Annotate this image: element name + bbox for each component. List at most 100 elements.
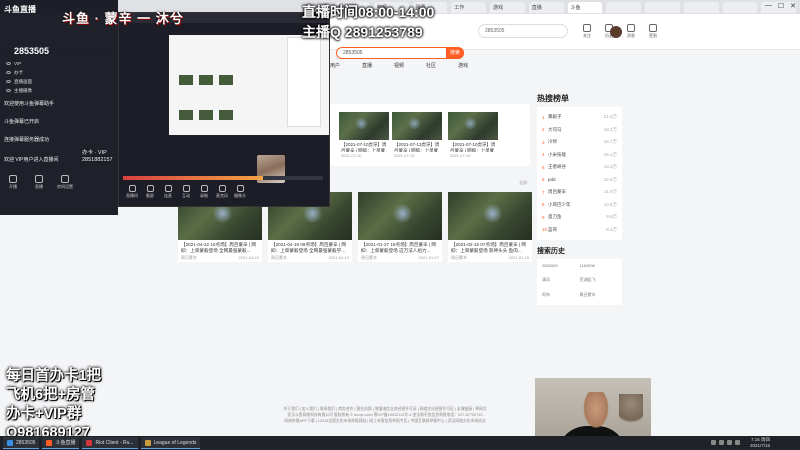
hot-search-item[interactable]: 3 冷师 16.7万: [542, 136, 617, 149]
search-button[interactable]: 搜索: [446, 47, 464, 59]
browser-tab[interactable]: 游戏: [490, 1, 525, 13]
close-button[interactable]: ✕: [790, 2, 796, 10]
hot-search-item[interactable]: 2 大司马 18.2万: [542, 124, 617, 137]
taskbar-label: 2853505: [16, 439, 36, 446]
video-title[interactable]: 【2021-07-13虎牙】周吕蒙辛 | 网抑：上单蒙毅蹲蛤蟆...: [392, 140, 442, 152]
history-item[interactable]: 阿布: [542, 292, 580, 301]
hot-search-list: 1 暴毅子 21.5万 2 大司马 18.2万 3 冷师 16.7万 4 小米技能 15.1万 5 王者峡…: [537, 107, 622, 240]
source-item[interactable]: 直播画面: [6, 79, 32, 85]
eye-icon[interactable]: [6, 62, 11, 66]
vip-overlay: 办卡 · VIP 2851882157: [82, 150, 113, 163]
nav-follow[interactable]: 关注: [580, 24, 594, 39]
video-title[interactable]: 【2021-07-10虎牙】周吕蒙辛 | 网抑：上单蒙毅蹲蛤蟆...: [448, 140, 498, 152]
clock[interactable]: 7:16 周四 2021/7/15: [750, 437, 770, 449]
tab-1[interactable]: 直播: [362, 62, 372, 69]
hot-search-item[interactable]: 5 王者峡谷 13.3万: [542, 161, 617, 174]
eye-icon[interactable]: [6, 80, 11, 84]
video-card[interactable]: 【2021-07-13虎牙】周吕蒙辛 | 网抑：上单蒙毅蹲蛤蟆...2021-0…: [392, 112, 442, 159]
video-thumbnail[interactable]: [448, 192, 532, 240]
browser-tab[interactable]: [722, 1, 758, 13]
preview-tool[interactable]: 直播间: [123, 185, 141, 199]
nav-checkin[interactable]: 签到: [646, 24, 660, 39]
taskbar-item[interactable]: League of Legends: [140, 437, 201, 449]
hot-search-item[interactable]: 6 pdd 12.5万: [542, 174, 617, 187]
history-list: 2853505 1184598 清风 芜湖起飞 阿布 周吕蒙辛: [537, 259, 622, 305]
video-card[interactable]: 【2021-02-15 07点场】周吕蒙辛 | 网抑：上单蒙毅登场 影神头头 鱼…: [448, 192, 532, 262]
hot-count: 10.6万: [603, 201, 617, 207]
site-footer: 关于我们 | 加入我们 | 联系我们 | 商务合作 | 营业执照 | 增值电信业…: [220, 406, 550, 424]
browser-tab[interactable]: 工作: [451, 1, 486, 13]
browser-tab[interactable]: [645, 1, 680, 13]
browser-tab[interactable]: [683, 1, 719, 13]
source-item[interactable]: 办卡: [6, 70, 23, 76]
video-author[interactable]: 周吕蒙辛: [271, 255, 287, 261]
hot-search-item[interactable]: 9 蛋刀鱼 9.8万: [542, 211, 617, 224]
hot-search-item[interactable]: 10 蓝哥 8.4万: [542, 224, 617, 237]
preview-tool[interactable]: 截屏: [141, 185, 159, 199]
hot-search-item[interactable]: 7 周吕蒙辛 11.9万: [542, 186, 617, 199]
tool-room-settings[interactable]: 房间设置: [56, 175, 74, 190]
user-avatar[interactable]: [610, 26, 622, 38]
hot-name: 小米技能: [548, 151, 566, 157]
browser-tab[interactable]: 斗鱼: [567, 1, 603, 13]
browser-tab[interactable]: [606, 1, 641, 13]
video-thumbnail[interactable]: [392, 112, 442, 140]
tab-2[interactable]: 视频: [394, 62, 404, 69]
tab-4[interactable]: 游戏: [458, 62, 468, 69]
hot-search-item[interactable]: 8 小哥巴少年 10.6万: [542, 199, 617, 212]
taskbar-item[interactable]: Riot Client - Ru...: [82, 437, 138, 449]
video-card[interactable]: 【2021-07-10虎牙】周吕蒙辛 | 网抑：上单蒙毅蹲蛤蟆...2021-0…: [339, 112, 389, 159]
history-item[interactable]: 清风: [542, 277, 580, 286]
douyu-logo: 斗鱼直播: [4, 5, 36, 14]
taskbar-item[interactable]: 2853505: [3, 437, 40, 449]
source-item[interactable]: VIP: [6, 61, 21, 66]
preview-tool[interactable]: 麦克风: [213, 185, 231, 199]
hot-count: 8.4万: [606, 226, 617, 232]
hot-name: pdd: [548, 177, 556, 183]
minimize-button[interactable]: —: [765, 2, 772, 10]
video-author[interactable]: 周吕蒙辛: [361, 255, 377, 261]
video-author[interactable]: 周吕蒙辛: [181, 255, 197, 261]
video-title[interactable]: 【2021-07-10虎牙】周吕蒙辛 | 网抑：上单蒙毅蹲蛤蟆...: [339, 140, 389, 152]
hot-search-item[interactable]: 1 暴毅子 21.5万: [542, 111, 617, 124]
video-card[interactable]: 【2021-01-27 19点场】周吕蒙辛 | 网抑：上单蒙毅登场 这万法人组力…: [358, 192, 442, 262]
video-thumbnail[interactable]: [358, 192, 442, 240]
history-item[interactable]: 芜湖起飞: [580, 277, 618, 286]
video-title[interactable]: 【2021-02-15 07点场】周吕蒙辛 | 网抑：上单蒙毅登场 影神头头 鱼…: [448, 240, 532, 254]
tab-0[interactable]: 用户: [330, 62, 340, 69]
tool-start[interactable]: 开播: [4, 175, 22, 190]
filter-label[interactable]: 全部: [519, 180, 527, 186]
eye-icon[interactable]: [6, 71, 11, 75]
maximize-button[interactable]: ☐: [778, 2, 784, 10]
hot-search-item[interactable]: 4 小米技能 15.1万: [542, 149, 617, 162]
history-item[interactable]: 2853505: [542, 263, 580, 271]
video-title[interactable]: 【2021-01-27 19点场】周吕蒙辛 | 网抑：上单蒙毅登场 这万法人组力…: [358, 240, 442, 254]
video-thumbnail[interactable]: [448, 112, 498, 140]
video-card[interactable]: 【2021-07-10虎牙】周吕蒙辛 | 网抑：上单蒙毅蹲蛤蟆...2021-0…: [448, 112, 498, 159]
nav-messages[interactable]: 消息: [624, 24, 638, 39]
history-item[interactable]: 1184598: [580, 263, 618, 271]
preview-tool[interactable]: 录制: [195, 185, 213, 199]
tab-3[interactable]: 社区: [426, 62, 436, 69]
taskbar-item[interactable]: 斗鱼直播: [42, 437, 80, 449]
broadcast-icon: [35, 175, 43, 183]
preview-thumb: [219, 75, 233, 85]
preview-tool[interactable]: 连麦: [159, 185, 177, 199]
hot-search-title: 热搜榜单: [537, 94, 569, 103]
eye-icon[interactable]: [6, 89, 11, 93]
preview-tool[interactable]: 摄像头: [231, 185, 249, 199]
main-search-input[interactable]: 2853505: [336, 47, 464, 59]
header-search-input[interactable]: 2853505: [478, 24, 568, 38]
hot-count: 12.5万: [603, 176, 617, 182]
preview-tool[interactable]: 互动: [177, 185, 195, 199]
video-title[interactable]: 【2021-04-22 10点场】周吕蒙辛 | 网抑：上单蒙毅登场 全网最强蒙毅…: [178, 240, 262, 254]
history-item[interactable]: 周吕蒙辛: [580, 292, 618, 301]
browser-tab[interactable]: 直播: [528, 1, 564, 13]
video-thumbnail[interactable]: [339, 112, 389, 140]
stream-title-overlay: 斗鱼 · 蒙辛 一 沐兮: [62, 11, 184, 26]
video-title[interactable]: 【2021-04-19 09点场】周吕蒙辛 | 网抑：上单蒙毅登场 全网最强蒙毅…: [268, 240, 352, 254]
tool-live[interactable]: 直播: [30, 175, 48, 190]
preview-screenshot: [169, 35, 329, 135]
source-item[interactable]: 主播摄像: [6, 88, 32, 94]
video-author[interactable]: 周吕蒙辛: [451, 255, 467, 261]
